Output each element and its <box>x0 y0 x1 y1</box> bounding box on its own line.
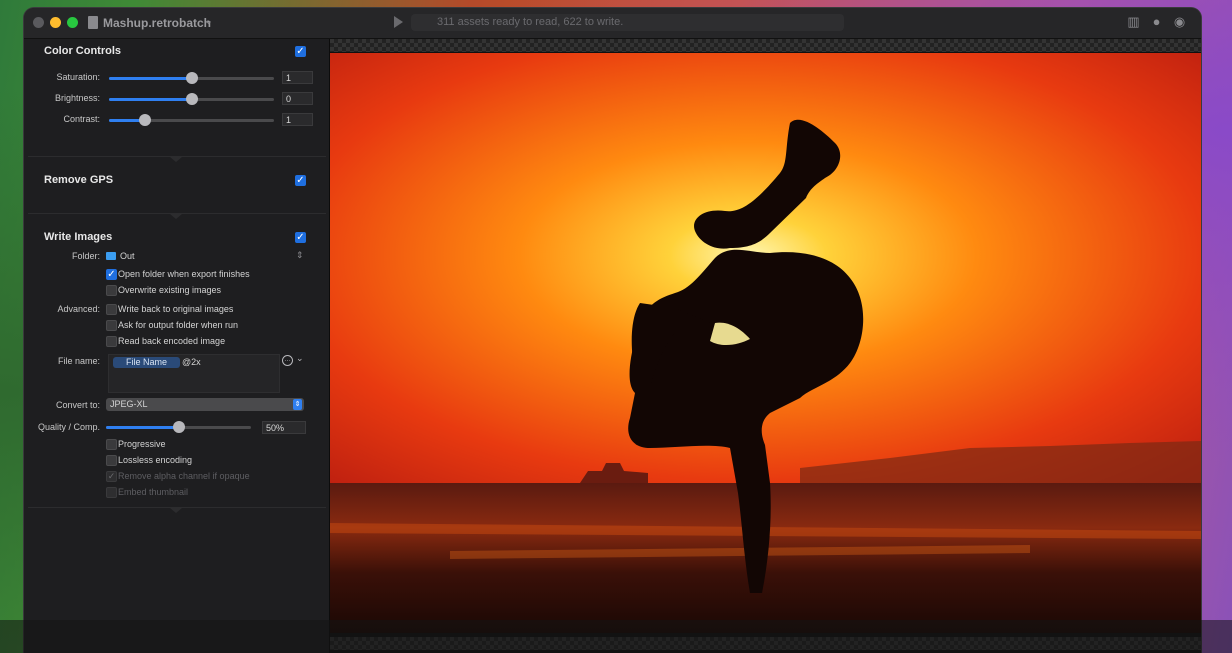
remove-alpha-label: Remove alpha channel if opaque <box>118 471 250 481</box>
lossless-checkbox[interactable] <box>106 455 117 466</box>
brightness-slider-knob[interactable] <box>186 93 198 105</box>
remove-alpha-checkbox: ✓ <box>106 471 117 482</box>
convert-to-label: Convert to: <box>55 400 100 410</box>
section-title-write-images: Write Images <box>44 231 113 243</box>
convert-to-popup[interactable]: JPEG-XL ⇕ <box>106 398 304 411</box>
open-folder-checkbox[interactable]: ✓ <box>106 269 117 280</box>
saturation-slider-knob[interactable] <box>186 72 198 84</box>
chevron-down-icon[interactable]: ⌄ <box>204 14 213 27</box>
open-folder-label: Open folder when export finishes <box>118 269 250 279</box>
contrast-slider[interactable] <box>109 114 274 126</box>
embed-thumbnail-label: Embed thumbnail <box>118 487 189 497</box>
section-title-remove-gps: Remove GPS <box>44 174 114 186</box>
lossless-label: Lossless encoding <box>118 455 193 465</box>
image-preview[interactable] <box>330 39 1201 653</box>
contrast-field[interactable]: 1 <box>282 113 313 126</box>
book-icon[interactable]: ▥ <box>1126 15 1141 29</box>
quality-slider-knob[interactable] <box>173 421 185 433</box>
convert-to-value: JPEG-XL <box>110 399 148 409</box>
embed-thumbnail-checkbox <box>106 487 117 498</box>
overwrite-checkbox[interactable] <box>106 285 117 296</box>
minimize-icon[interactable] <box>50 17 61 28</box>
dock-shadow <box>0 620 1232 653</box>
contrast-label: Contrast: <box>63 114 100 124</box>
title-bar: Mashup.retrobatch ⌄ 311 assets ready to … <box>24 8 1201 39</box>
speech-bubble-icon[interactable]: ● <box>1149 15 1164 29</box>
user-circle-icon[interactable]: ◉ <box>1172 15 1187 29</box>
contrast-slider-knob[interactable] <box>139 114 151 126</box>
folder-value: Out <box>120 251 135 261</box>
read-back-checkbox[interactable] <box>106 336 117 347</box>
write-back-checkbox[interactable] <box>106 304 117 315</box>
zoom-icon[interactable] <box>67 17 78 28</box>
ask-folder-checkbox[interactable] <box>106 320 117 331</box>
read-back-label: Read back encoded image <box>118 336 226 346</box>
window-title: Mashup.retrobatch <box>103 16 212 30</box>
file-name-suffix: @2x <box>182 357 201 367</box>
write-images-enabled-checkbox[interactable]: ✓ <box>295 232 306 243</box>
play-icon[interactable] <box>394 16 403 28</box>
close-icon[interactable] <box>33 17 44 28</box>
ask-folder-label: Ask for output folder when run <box>118 320 239 330</box>
inspector-sidebar: Color Controls ✓ Saturation: 1 Brightnes… <box>24 39 330 653</box>
insert-token-icon[interactable]: … <box>282 355 293 366</box>
brightness-label: Brightness: <box>54 93 100 103</box>
quality-field[interactable]: 50% <box>262 421 306 434</box>
progressive-checkbox[interactable] <box>106 439 117 450</box>
saturation-slider-fill <box>109 77 192 80</box>
progressive-label: Progressive <box>118 439 166 449</box>
section-connector <box>170 214 182 219</box>
document-icon <box>88 16 98 29</box>
section-connector <box>170 508 182 513</box>
saturation-field[interactable]: 1 <box>282 71 313 84</box>
section-connector <box>170 157 182 162</box>
app-window: Mashup.retrobatch ⌄ 311 assets ready to … <box>24 8 1201 653</box>
file-name-token[interactable]: File Name <box>113 357 181 368</box>
overwrite-label: Overwrite existing images <box>118 285 222 295</box>
status-field: 311 assets ready to read, 622 to write. <box>411 14 844 31</box>
color-controls-enabled-checkbox[interactable]: ✓ <box>295 46 306 57</box>
brightness-slider-fill <box>109 98 192 101</box>
chevron-down-icon[interactable]: ⌄ <box>296 353 304 364</box>
file-name-label: File name: <box>57 356 100 366</box>
quality-slider-fill <box>106 426 178 429</box>
popup-arrows-icon: ⇕ <box>293 399 302 410</box>
quality-slider[interactable] <box>106 421 251 433</box>
quality-label: Quality / Comp. <box>37 422 100 432</box>
brightness-slider[interactable] <box>109 93 274 105</box>
remove-gps-enabled-checkbox[interactable]: ✓ <box>295 175 306 186</box>
transparency-checkerboard <box>330 39 1201 52</box>
advanced-label: Advanced: <box>57 304 100 314</box>
folder-popup[interactable]: Out ⇕ <box>106 250 306 263</box>
write-back-label: Write back to original images <box>118 304 234 314</box>
preview-photo <box>330 53 1201 633</box>
file-name-field[interactable]: File Name @2x <box>108 354 280 393</box>
popup-arrows-icon: ⇕ <box>296 250 304 260</box>
saturation-label: Saturation: <box>56 72 100 82</box>
section-title-color-controls: Color Controls <box>44 45 121 57</box>
saturation-slider[interactable] <box>109 72 274 84</box>
folder-label: Folder: <box>71 251 100 261</box>
folder-icon <box>106 252 116 260</box>
brightness-field[interactable]: 0 <box>282 92 313 105</box>
